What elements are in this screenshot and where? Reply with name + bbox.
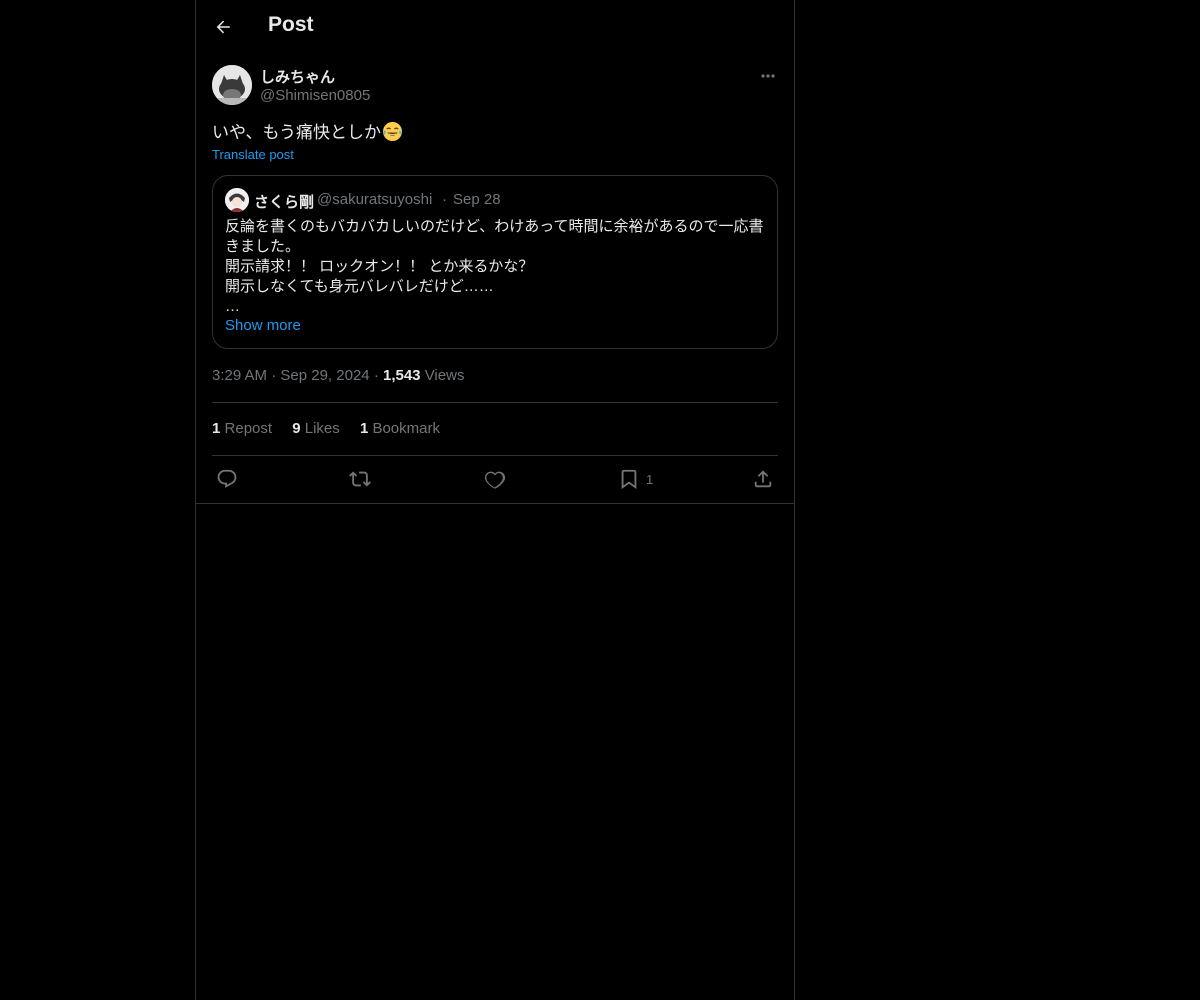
more-options-button[interactable]	[758, 66, 778, 86]
avatar[interactable]	[212, 65, 252, 105]
quoted-text-line: きました。	[225, 238, 301, 255]
share-button[interactable]	[752, 468, 774, 490]
quoted-handle: @sakuratsuyoshi	[317, 191, 433, 208]
post-time[interactable]: 3:29 AM	[212, 367, 267, 384]
quoted-display-name: さくら剛	[254, 194, 315, 211]
post-text-content: いや、もう痛快としか	[212, 123, 381, 142]
divider	[196, 503, 794, 504]
reposts-count: 1	[212, 420, 221, 437]
repost-button[interactable]	[349, 468, 371, 490]
repost-icon	[349, 471, 371, 487]
primary-column: Post しみちゃん @Shimisen0805 いや、もう痛快としか Tran…	[195, 0, 795, 1000]
post-meta: 3:29 AM · Sep 29, 2024 · 1,543 Views	[212, 367, 464, 384]
post-header: Post	[196, 0, 794, 53]
like-button[interactable]	[484, 468, 506, 490]
divider	[212, 455, 778, 456]
bookmarks-label: Bookmark	[372, 420, 440, 437]
more-horizontal-icon	[761, 74, 775, 78]
reply-icon	[217, 469, 237, 488]
quoted-text-line: 開示請求！！ ロックオン！！ とか来るかな？	[225, 258, 534, 275]
views-label: Views	[424, 367, 465, 384]
divider	[212, 402, 778, 403]
quoted-date: Sep 28	[453, 191, 501, 208]
bookmarks-count: 1	[359, 420, 369, 437]
reply-button[interactable]	[216, 468, 238, 490]
post-date[interactable]: Sep 29, 2024	[280, 367, 369, 384]
share-icon	[754, 470, 772, 488]
quoted-avatar-image	[225, 188, 249, 212]
translate-post-link[interactable]: Translate post	[212, 147, 294, 162]
page-title: Post	[268, 13, 314, 36]
post-text: いや、もう痛快としか	[212, 118, 403, 143]
bookmark-button[interactable]: 1	[618, 468, 653, 490]
quoted-post[interactable]: さくら剛 @sakuratsuyoshi · Sep 28 反論を書くのもバカバ…	[212, 175, 778, 349]
likes-stat[interactable]: 9 Likes	[292, 420, 340, 437]
quoted-avatar[interactable]	[225, 188, 249, 212]
separator-dot: ·	[271, 367, 281, 384]
quoted-text-line: …	[225, 298, 240, 315]
heart-icon	[484, 471, 506, 489]
likes-count: 9	[292, 420, 301, 437]
post-stats: 1 Repost 9 Likes 1 Bookmark	[212, 420, 456, 437]
quoted-text-line: 開示しなくても身元バレバレだけど……	[225, 278, 494, 295]
separator-dot: ·	[442, 191, 447, 208]
show-more-link[interactable]: Show more	[225, 317, 301, 334]
face-with-tears-of-joy-icon	[382, 121, 403, 142]
views-count: 1,543	[382, 367, 421, 384]
separator-dot: ·	[373, 367, 383, 384]
arrow-left-icon	[216, 20, 230, 34]
likes-label: Likes	[304, 420, 340, 437]
quoted-text-line: 反論を書くのもバカバカしいのだけど、わけあって時間に余裕があるので一応書	[225, 218, 764, 235]
reposts-stat[interactable]: 1 Repost	[212, 420, 272, 437]
avatar-image	[212, 65, 252, 105]
author-handle[interactable]: @Shimisen0805	[260, 87, 370, 104]
bookmark-count: 1	[646, 471, 654, 487]
author-display-name[interactable]: しみちゃん	[260, 66, 335, 87]
back-button[interactable]	[208, 10, 238, 44]
reposts-label: Repost	[224, 420, 273, 437]
action-bar: 1	[212, 464, 778, 494]
bookmark-icon	[621, 469, 637, 490]
bookmarks-stat[interactable]: 1 Bookmark	[360, 420, 440, 437]
